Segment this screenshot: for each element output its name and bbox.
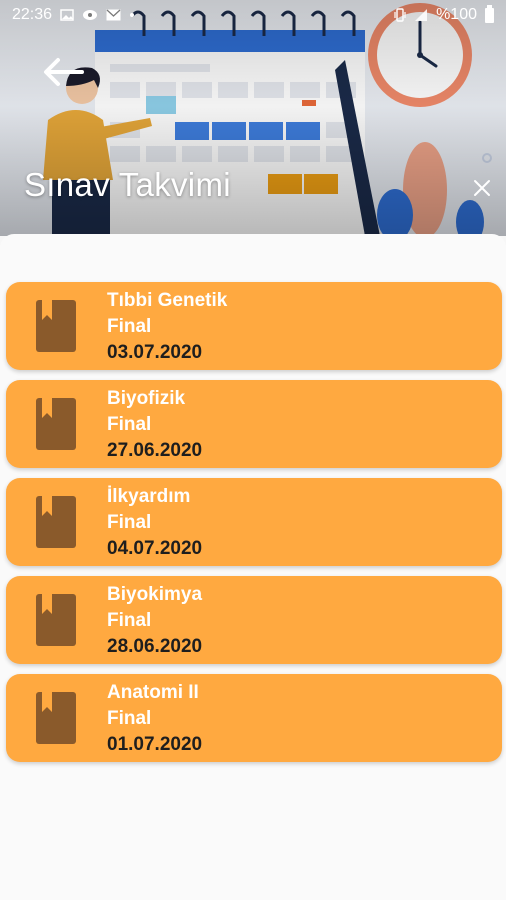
status-right: %100 (394, 4, 494, 24)
exam-type: Final (107, 316, 152, 337)
exam-name: Anatomi II (107, 682, 199, 703)
signal-icon (414, 8, 428, 22)
exam-name: Biyofizik (107, 388, 186, 409)
mail-icon (106, 9, 121, 21)
exam-type: Final (107, 708, 152, 729)
book-icon (36, 692, 76, 744)
media-icon (82, 9, 98, 21)
exam-card[interactable]: İlkyardım Final 04.07.2020 (6, 478, 502, 566)
page-title: Sınav Takvimi (24, 166, 231, 203)
exam-name: İlkyardım (107, 486, 191, 507)
exam-type: Final (107, 512, 152, 533)
exam-card[interactable]: Biyokimya Final 28.06.2020 (6, 576, 502, 664)
exam-card[interactable]: Biyofizik Final 27.06.2020 (6, 380, 502, 468)
close-icon (474, 180, 490, 196)
exam-date: 03.07.2020 (107, 342, 203, 363)
exam-name: Biyokimya (107, 584, 203, 605)
exam-name: Tıbbi Genetik (107, 290, 228, 311)
exam-date: 04.07.2020 (107, 538, 203, 559)
battery-percent: %100 (436, 6, 477, 23)
exam-type: Final (107, 610, 152, 631)
book-icon (36, 594, 76, 646)
battery-icon (485, 4, 494, 23)
book-icon (36, 496, 76, 548)
back-button[interactable] (40, 54, 86, 90)
exam-type: Final (107, 414, 152, 435)
exam-card[interactable]: Tıbbi Genetik Final 03.07.2020 (6, 282, 502, 370)
exam-text: Biyokimya Final 28.06.2020 (107, 582, 202, 660)
book-icon (36, 398, 76, 450)
exam-list: Tıbbi Genetik Final 03.07.2020 Biyofizik… (6, 282, 502, 772)
exam-text: Anatomi II Final 01.07.2020 (107, 680, 202, 758)
dot-icon (129, 12, 135, 18)
exam-date: 28.06.2020 (107, 636, 203, 657)
exam-text: Tıbbi Genetik Final 03.07.2020 (107, 288, 227, 366)
exam-date: 27.06.2020 (107, 440, 203, 461)
status-time: 22:36 (12, 6, 53, 23)
exam-card[interactable]: Anatomi II Final 01.07.2020 (6, 674, 502, 762)
status-bar: 22:36 %100 (0, 0, 506, 30)
exam-text: İlkyardım Final 04.07.2020 (107, 484, 202, 562)
arrow-left-icon (44, 58, 84, 86)
status-left: 22:36 (12, 6, 135, 24)
exam-date: 01.07.2020 (107, 734, 203, 755)
book-icon (36, 300, 76, 352)
exam-text: Biyofizik Final 27.06.2020 (107, 386, 202, 464)
close-button[interactable] (466, 172, 498, 204)
vibrate-icon (394, 8, 406, 22)
image-icon (60, 9, 74, 21)
